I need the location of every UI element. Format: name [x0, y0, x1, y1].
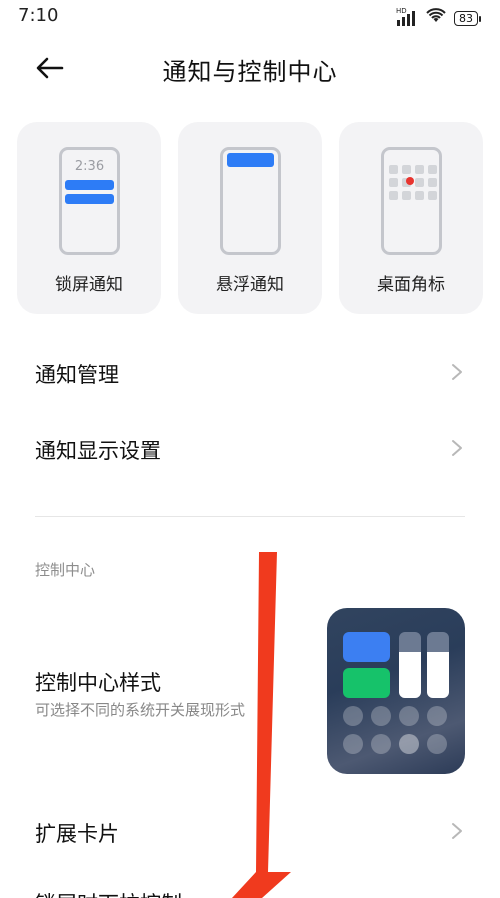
- control-center-preview-image[interactable]: [327, 608, 465, 774]
- slider-fill: [427, 651, 449, 698]
- row-title: 通知管理: [35, 363, 119, 387]
- lockscreen-time: 2:36: [74, 159, 105, 174]
- floating-notification-bar: [227, 153, 274, 167]
- cc-brightness-slider: [399, 632, 421, 698]
- row-lockscreen-pulldown-partial[interactable]: 锁屏时下拉控制: [35, 880, 465, 898]
- signal-icon: HD: [396, 7, 418, 26]
- row-control-center-style[interactable]: 控制中心样式 可选择不同的系统开关展现形式: [35, 655, 325, 735]
- section-label-control-center: 控制中心: [35, 561, 96, 579]
- row-notification-management[interactable]: 通知管理: [35, 347, 465, 397]
- row-title: 锁屏时下拉控制: [35, 888, 182, 898]
- row-notification-display-settings[interactable]: 通知显示设置: [35, 423, 465, 473]
- cc-toggle-circle: [427, 734, 447, 754]
- card-label: 锁屏通知: [55, 275, 123, 295]
- slider-fill: [399, 651, 421, 698]
- row-subtitle: 可选择不同的系统开关展现形式: [35, 701, 246, 719]
- card-label: 桌面角标: [377, 275, 445, 295]
- row-title: 通知显示设置: [35, 439, 161, 463]
- cc-tile-blue: [343, 632, 390, 662]
- cc-toggle-circle: [427, 706, 447, 726]
- cc-toggle-circle: [343, 734, 363, 754]
- cc-toggle-circle: [399, 734, 419, 754]
- badge-dot-icon: [406, 177, 414, 185]
- divider: [35, 516, 465, 517]
- cc-toggle-circle: [371, 734, 391, 754]
- badge-phone-icon: [381, 147, 442, 255]
- page-title: 通知与控制中心: [162, 58, 338, 86]
- notification-bar-2: [65, 194, 114, 204]
- card-floating-notification[interactable]: 悬浮通知: [178, 122, 322, 314]
- cc-toggle-circle: [371, 706, 391, 726]
- row-expand-cards[interactable]: 扩展卡片: [35, 806, 465, 856]
- cc-toggle-circle: [399, 706, 419, 726]
- card-label: 悬浮通知: [216, 275, 284, 295]
- row-title: 扩展卡片: [35, 822, 119, 846]
- notification-bar-1: [65, 180, 114, 190]
- row-title: 控制中心样式: [35, 671, 161, 695]
- card-app-badge[interactable]: 桌面角标: [339, 122, 483, 314]
- battery-icon: 83: [454, 10, 481, 26]
- wifi-icon: [426, 8, 446, 28]
- status-icons: HD 83: [396, 7, 481, 28]
- chevron-right-icon: [452, 823, 462, 839]
- header: 通知与控制中心: [0, 40, 500, 96]
- cc-toggle-circle: [343, 706, 363, 726]
- card-lockscreen-notification[interactable]: 2:36 锁屏通知: [17, 122, 161, 314]
- lockscreen-phone-icon: 2:36: [59, 147, 120, 255]
- status-time: 7:10: [18, 5, 59, 26]
- chevron-right-icon: [452, 364, 462, 380]
- floating-phone-icon: [220, 147, 281, 255]
- cc-tile-green: [343, 668, 390, 698]
- status-bar: 7:10 HD 83: [0, 0, 500, 34]
- notification-style-cards: 2:36 锁屏通知 悬浮通知 桌面角标: [17, 122, 483, 314]
- cc-volume-slider: [427, 632, 449, 698]
- chevron-right-icon: [452, 440, 462, 456]
